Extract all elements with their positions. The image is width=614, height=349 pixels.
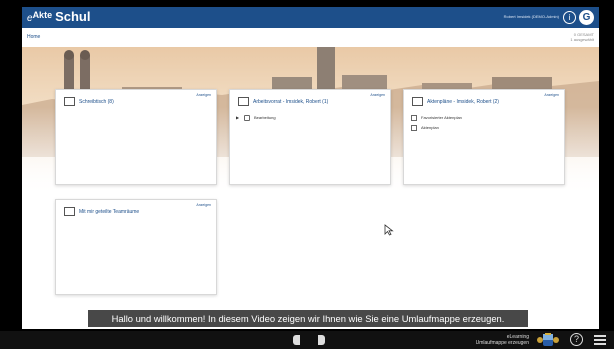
monitor-icon xyxy=(64,97,75,106)
brand-schul: Schul xyxy=(55,9,91,24)
aktenplan-icon xyxy=(411,115,417,121)
tray-icon xyxy=(244,115,250,121)
g-logo-icon[interactable]: G xyxy=(579,10,594,25)
lesson-caption: eLearning Umlaufmappe erzeugen xyxy=(476,334,529,346)
card-aktenplaene-title[interactable]: Aktenpläne - Imsidek, Robert (2) xyxy=(427,99,499,105)
app-logo[interactable]: e Akte Schul xyxy=(27,9,90,24)
menu-icon[interactable] xyxy=(594,335,606,345)
brand-akte: Akte xyxy=(32,10,53,20)
previous-button[interactable] xyxy=(293,335,300,345)
card-arbeitsvorrat-title[interactable]: Arbeitsvorrat - Imsidek, Robert (1) xyxy=(253,99,328,105)
user-name[interactable]: Robert Imsidek (DEMO-Admin) xyxy=(504,14,559,19)
breadcrumb-home-link[interactable]: Home xyxy=(27,34,40,40)
aktenplan-icon xyxy=(411,125,417,131)
shared-folder-icon xyxy=(64,207,75,216)
card-arbeitsvorrat-show-link[interactable]: Anzeigen xyxy=(370,93,385,97)
card-teamraeume-show-link[interactable]: Anzeigen xyxy=(196,203,211,207)
video-stage: e Akte Schul Robert Imsidek (DEMO-Admin)… xyxy=(0,0,614,349)
mouse-cursor-icon xyxy=(384,224,394,236)
selection-selected: 1 ausgewählt xyxy=(570,37,594,42)
card-schreibtisch-title[interactable]: Schreibtisch (8) xyxy=(79,99,114,105)
folder-tree-icon xyxy=(412,97,423,106)
card-teamraeume[interactable]: Mit mir geteilte Teamräume Anzeigen xyxy=(55,199,217,295)
card-schreibtisch[interactable]: Schreibtisch (8) Anzeigen xyxy=(55,89,217,185)
row-favorisierter-aktenplan[interactable]: Favorisierter Aktenplan xyxy=(421,115,462,120)
card-arbeitsvorrat[interactable]: Arbeitsvorrat - Imsidek, Robert (1) Anze… xyxy=(229,89,391,185)
card-aktenplaene[interactable]: Aktenpläne - Imsidek, Robert (2) Anzeige… xyxy=(403,89,565,185)
card-teamraeume-title[interactable]: Mit mir geteilte Teamräume xyxy=(79,209,139,215)
next-button[interactable] xyxy=(318,335,325,345)
card-schreibtisch-show-link[interactable]: Anzeigen xyxy=(196,93,211,97)
video-subtitle: Hallo und willkommen! In diesem Video ze… xyxy=(88,310,528,327)
selection-counter: 0 GESAMT 1 ausgewählt xyxy=(570,32,594,42)
caption-lesson-title: Umlaufmappe erzeugen xyxy=(475,340,529,346)
info-icon[interactable]: i xyxy=(563,11,576,24)
card-aktenplaene-show-link[interactable]: Anzeigen xyxy=(544,93,559,97)
help-icon[interactable]: ? xyxy=(570,333,583,346)
app-window: e Akte Schul Robert Imsidek (DEMO-Admin)… xyxy=(22,7,599,329)
expand-arrow-icon[interactable]: ▶ xyxy=(236,115,239,120)
top-header: e Akte Schul Robert Imsidek (DEMO-Admin)… xyxy=(22,7,599,28)
row-aktenplan[interactable]: Aktenplan xyxy=(421,125,439,130)
row-bearbeitung[interactable]: Bearbeitung xyxy=(254,115,276,120)
list-icon xyxy=(238,97,249,106)
player-control-bar: eLearning Umlaufmappe erzeugen ? xyxy=(0,331,614,349)
breadcrumb: Home 0 GESAMT 1 ausgewählt xyxy=(22,28,599,48)
bavarian-crest-icon xyxy=(537,333,559,346)
